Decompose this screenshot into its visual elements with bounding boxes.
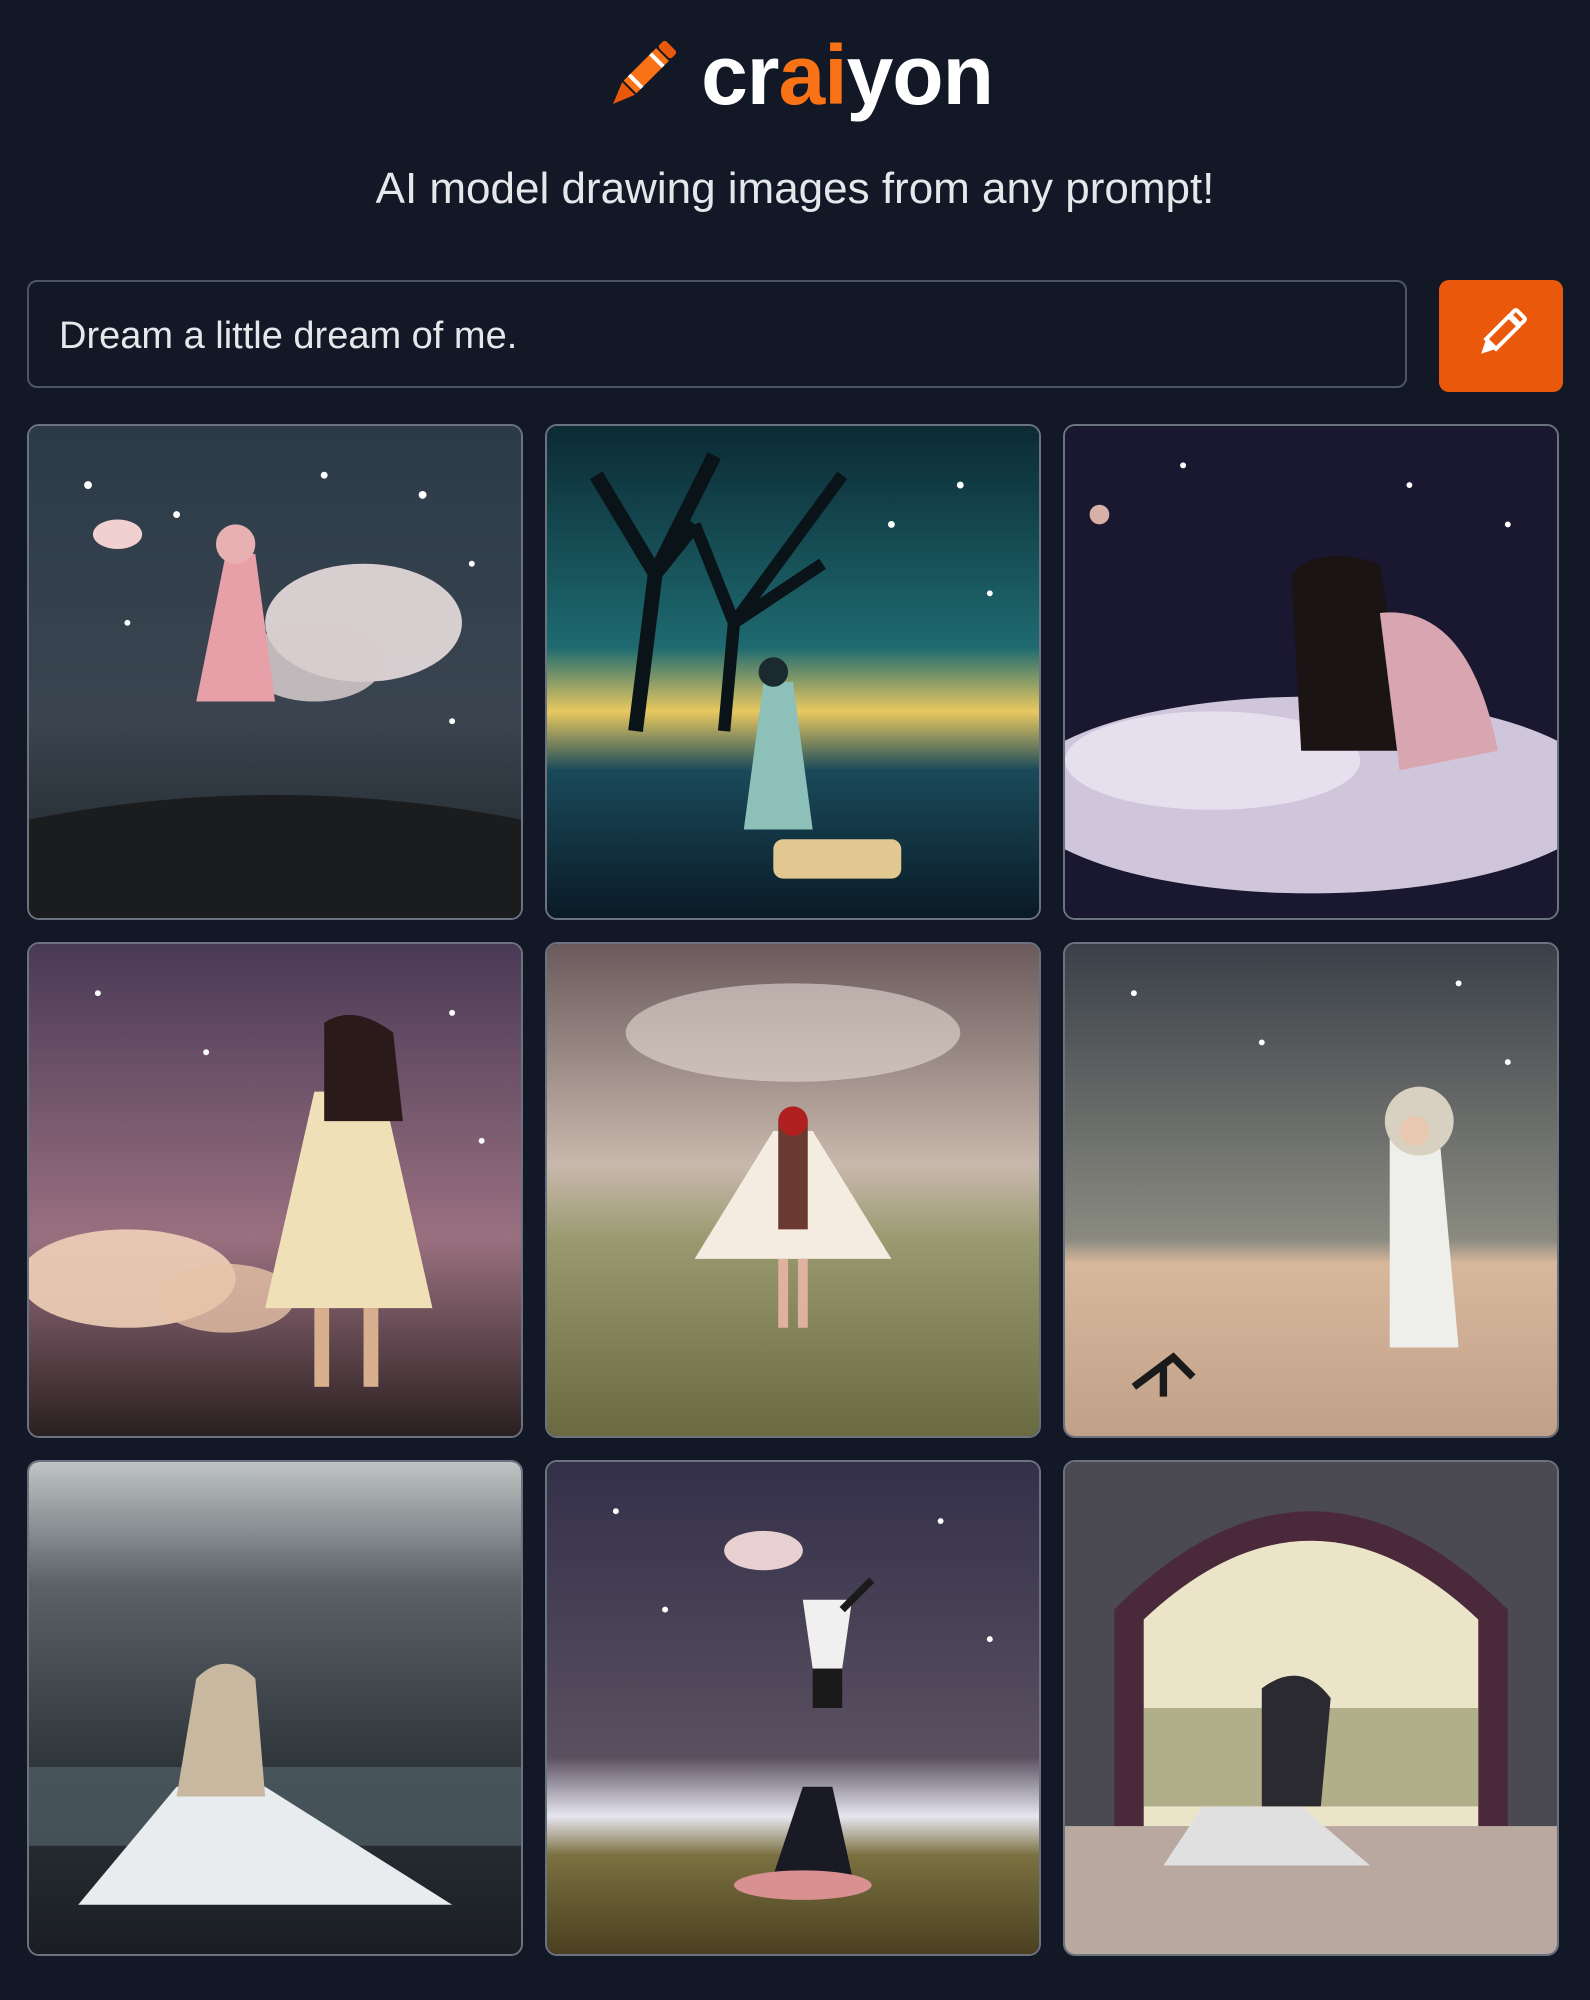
craiyon-logo[interactable]: craiyon <box>597 30 994 120</box>
result-image[interactable] <box>1063 942 1559 1438</box>
prompt-row: Dream a little dream of me. <box>27 280 1563 392</box>
logo-accent: ai <box>778 28 848 122</box>
result-image[interactable] <box>545 942 1041 1438</box>
result-image[interactable] <box>27 1460 523 1956</box>
result-image[interactable] <box>1063 424 1559 920</box>
logo-prefix: cr <box>701 28 779 122</box>
result-image[interactable] <box>27 424 523 920</box>
results-grid <box>27 424 1563 1956</box>
draw-button[interactable] <box>1439 280 1563 392</box>
result-image[interactable] <box>545 1460 1041 1956</box>
result-image[interactable] <box>27 942 523 1438</box>
header: craiyon AI model drawing images from any… <box>0 30 1590 211</box>
crayon-logo-icon <box>597 30 687 120</box>
tagline: AI model drawing images from any prompt! <box>375 164 1215 213</box>
logo-wordmark: craiyon <box>701 33 994 117</box>
prompt-input[interactable]: Dream a little dream of me. <box>27 280 1407 388</box>
result-image[interactable] <box>1063 1460 1559 1956</box>
logo-suffix: yon <box>846 28 994 122</box>
pencil-icon <box>1469 302 1533 371</box>
result-image[interactable] <box>545 424 1041 920</box>
